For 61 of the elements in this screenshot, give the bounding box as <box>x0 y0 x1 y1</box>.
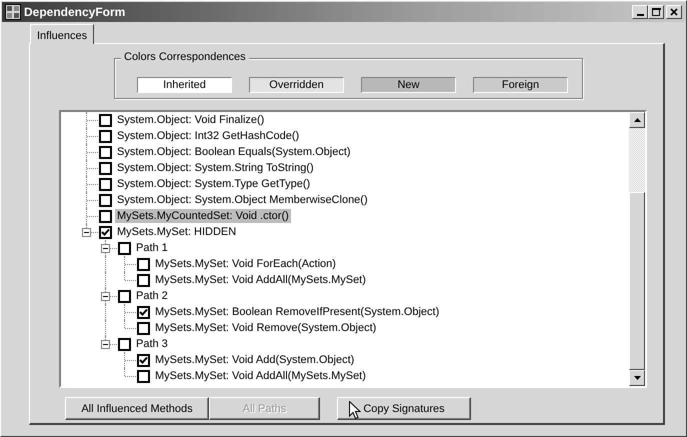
color-swatch: Foreign <box>473 77 568 93</box>
scroll-thumb[interactable] <box>629 192 645 370</box>
minimize-icon <box>636 14 644 16</box>
collapse-icon[interactable] <box>82 228 91 237</box>
checkbox[interactable] <box>118 290 131 302</box>
checkbox[interactable] <box>99 178 112 190</box>
tree-item[interactable]: MySets.MySet: Void Add(System.Object) <box>153 353 356 367</box>
checkbox[interactable] <box>99 114 112 126</box>
tree-item[interactable]: System.Object: Int32 GetHashCode() <box>115 129 302 143</box>
app-icon <box>5 4 21 20</box>
maximize-icon <box>651 7 661 17</box>
tree-item[interactable]: MySets.MySet: Void AddAll(MySets.MySet) <box>153 369 368 383</box>
checkbox[interactable] <box>99 226 112 238</box>
checkbox[interactable] <box>137 370 150 382</box>
checkbox[interactable] <box>118 338 131 350</box>
tree-item[interactable]: MySets.MySet: HIDDEN <box>115 225 238 239</box>
action-button[interactable]: All Influenced Methods <box>65 397 209 420</box>
checkbox[interactable] <box>137 354 150 366</box>
tree-item[interactable]: MySets.MySet: Void ForEach(Action) <box>153 257 338 271</box>
checkbox[interactable] <box>99 162 112 174</box>
window-title: DependencyForm <box>24 5 126 19</box>
tree-item[interactable]: System.Object: Void Finalize() <box>115 113 266 127</box>
color-swatch: Inherited <box>137 77 232 93</box>
tree-item[interactable]: MySets.MySet: Void Remove(System.Object) <box>153 321 378 335</box>
checkbox[interactable] <box>99 194 112 206</box>
collapse-icon[interactable] <box>101 244 110 253</box>
tree-item[interactable]: Path 3 <box>134 337 170 351</box>
checkbox[interactable] <box>99 130 112 142</box>
close-button[interactable] <box>666 5 682 19</box>
tree-item[interactable]: MySets.MySet: Boolean RemoveIfPresent(System.Object) <box>153 305 442 319</box>
checkbox[interactable] <box>137 274 150 286</box>
close-icon <box>669 7 679 17</box>
checkbox[interactable] <box>118 242 131 254</box>
checkbox[interactable] <box>137 322 150 334</box>
tree-item[interactable]: System.Object: System.Object MemberwiseClone() <box>115 193 370 207</box>
color-swatch: New <box>361 77 456 93</box>
group-title: Colors Correspondences <box>121 51 249 63</box>
up-arrow-icon <box>634 118 640 122</box>
action-button[interactable]: Copy Signatures <box>337 397 471 420</box>
down-arrow-icon <box>634 376 640 380</box>
scroll-up-button[interactable] <box>629 112 645 128</box>
checkbox[interactable] <box>99 146 112 158</box>
maximize-button[interactable] <box>648 5 664 19</box>
checkbox[interactable] <box>137 258 150 270</box>
tree-item[interactable]: MySets.MyCountedSet: Void .ctor() <box>115 209 291 223</box>
tree-item[interactable]: Path 2 <box>134 289 170 303</box>
minimize-button[interactable] <box>632 5 648 19</box>
collapse-icon[interactable] <box>101 292 110 301</box>
scroll-down-button[interactable] <box>629 370 645 386</box>
tree-item[interactable]: MySets.MySet: Void AddAll(MySets.MySet) <box>153 273 368 287</box>
tree-item[interactable]: System.Object: System.String ToString() <box>115 161 316 175</box>
tree-item[interactable]: Path 1 <box>134 241 170 255</box>
checkbox[interactable] <box>137 306 150 318</box>
tree-item[interactable]: System.Object: System.Type GetType() <box>115 177 312 191</box>
tree-item[interactable]: System.Object: Boolean Equals(System.Object) <box>115 145 353 159</box>
tab[interactable]: Influences <box>30 24 94 44</box>
checkbox[interactable] <box>99 210 112 222</box>
scrollbar[interactable] <box>629 112 645 386</box>
color-swatch: Overridden <box>249 77 344 93</box>
collapse-icon[interactable] <box>101 340 110 349</box>
cursor-icon <box>349 401 361 420</box>
